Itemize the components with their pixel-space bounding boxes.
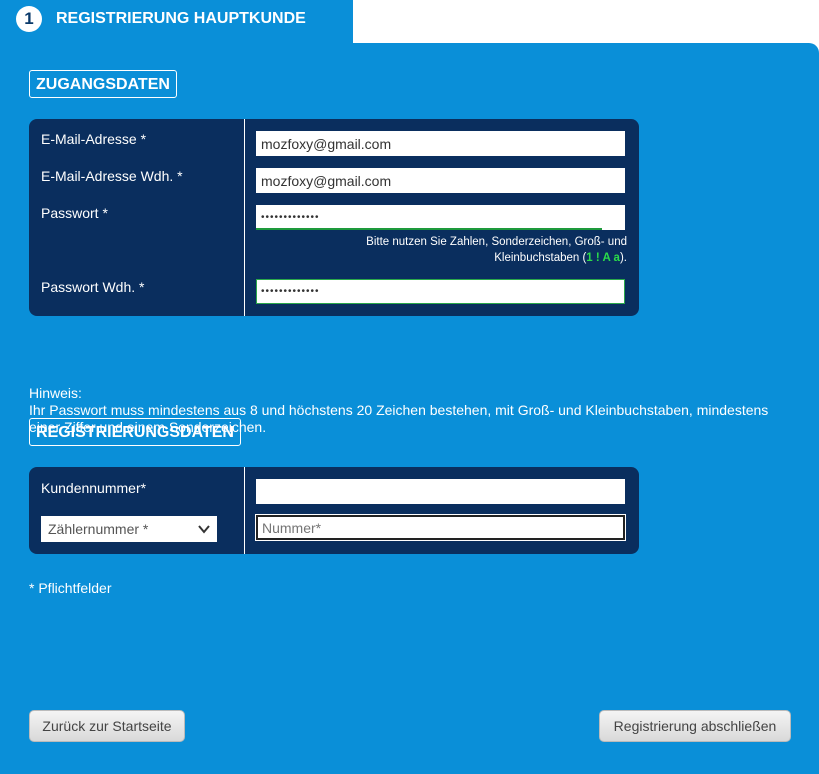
chevron-down-icon: [198, 525, 210, 534]
password-field[interactable]: •••••••••••••: [256, 205, 625, 230]
page-title: REGISTRIERUNG HAUPTKUNDE: [56, 10, 306, 27]
customer-number-field[interactable]: [256, 479, 625, 504]
section-title-registration: REGISTRIERUNGSDATEN: [29, 418, 241, 446]
step-tab: 1 REGISTRIERUNG HAUPTKUNDE: [0, 0, 353, 44]
box-divider: [244, 119, 245, 316]
password-repeat-field[interactable]: •••••••••••••: [256, 279, 625, 304]
meter-number-field[interactable]: [256, 515, 625, 540]
access-data-box: E-Mail-Adresse * E-Mail-Adresse Wdh. * P…: [29, 119, 639, 316]
section-title-access: ZUGANGSDATEN: [29, 70, 177, 98]
email-repeat-label: E-Mail-Adresse Wdh. *: [41, 168, 183, 184]
meter-type-select[interactable]: Zählernummer *: [41, 516, 217, 542]
email-repeat-field[interactable]: [256, 168, 625, 193]
password-hint-line2: Kleinbuchstaben (1 ! A a).: [279, 250, 627, 266]
required-fields-note: * Pflichtfelder: [29, 580, 112, 596]
password-hint-symbols: 1 ! A a: [586, 252, 620, 264]
back-to-start-button[interactable]: Zurück zur Startseite: [29, 710, 185, 742]
customer-number-label: Kundennummer*: [41, 480, 147, 496]
email-label: E-Mail-Adresse *: [41, 131, 147, 147]
registration-panel: ZUGANGSDATEN E-Mail-Adresse * E-Mail-Adr…: [0, 43, 819, 774]
password-hint-prefix: Kleinbuchstaben (: [494, 252, 587, 264]
box-divider: [244, 467, 245, 554]
password-hint-line1: Bitte nutzen Sie Zahlen, Sonderzeichen, …: [366, 236, 627, 248]
meter-type-value: Zählernummer *: [48, 521, 149, 537]
step-number-badge: 1: [16, 6, 42, 32]
password-label: Passwort *: [41, 205, 108, 221]
finish-registration-button[interactable]: Registrierung abschließen: [599, 710, 791, 742]
password-strength-bar: [256, 228, 602, 230]
password-repeat-label: Passwort Wdh. *: [41, 279, 145, 295]
password-hint: Bitte nutzen Sie Zahlen, Sonderzeichen, …: [279, 234, 627, 266]
email-field[interactable]: [256, 131, 625, 156]
note-heading: Hinweis:: [29, 385, 82, 401]
registration-data-box: Kundennummer* Zählernummer *: [29, 467, 639, 554]
password-hint-suffix: ).: [619, 252, 627, 264]
